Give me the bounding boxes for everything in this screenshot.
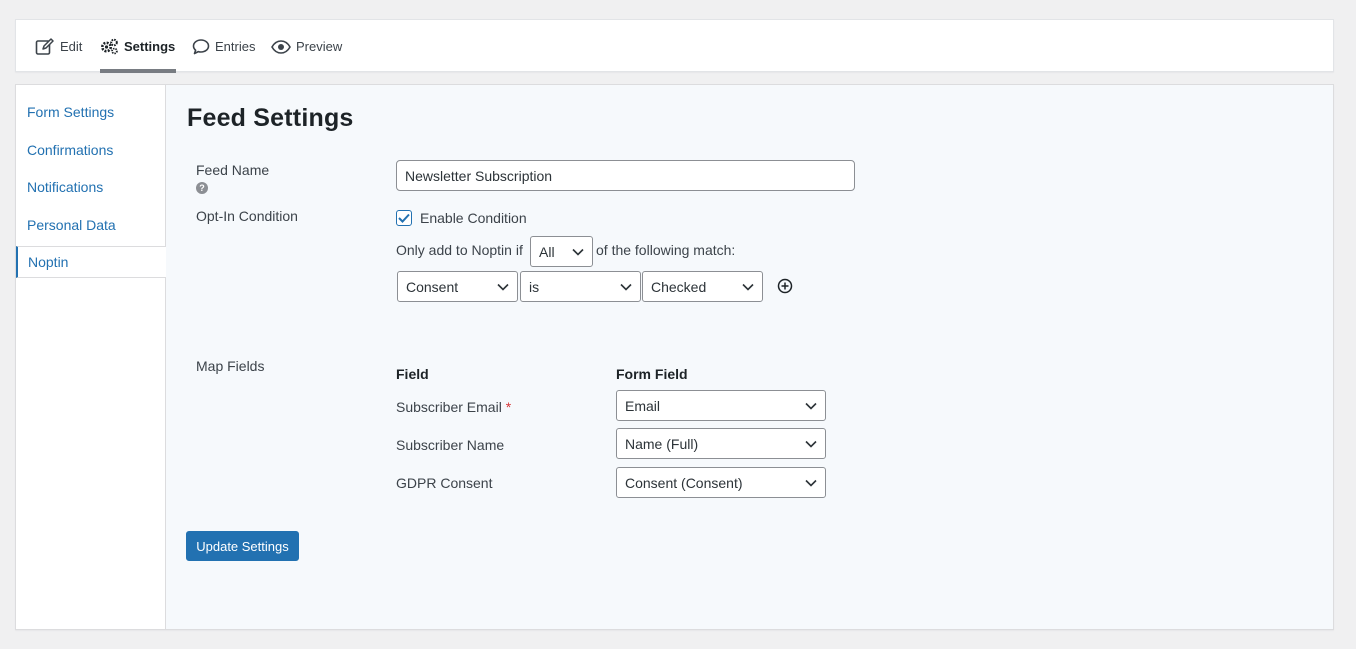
toolbar-settings-label: Settings	[124, 39, 176, 54]
form-field-column-header: Form Field	[616, 366, 688, 382]
speech-bubble-icon	[192, 38, 210, 55]
sidebar-item-label: Notifications	[27, 178, 104, 195]
settings-panel: Form Settings Confirmations Notification…	[15, 84, 1334, 630]
condition-suffix-text: of the following match:	[596, 242, 736, 258]
eye-icon	[271, 39, 291, 54]
toolbar-edit[interactable]: Edit	[35, 20, 82, 73]
subscriber-email-label: Subscriber Email *	[396, 399, 511, 415]
chevron-down-icon	[805, 440, 817, 448]
map-field-value: Email	[625, 397, 661, 414]
help-icon[interactable]: ?	[196, 182, 208, 194]
chevron-down-icon	[497, 283, 509, 291]
enable-condition-label: Enable Condition	[420, 210, 527, 226]
update-settings-button[interactable]: Update Settings	[186, 531, 299, 561]
gear-icon	[100, 38, 119, 55]
subscriber-name-label: Subscriber Name	[396, 437, 505, 453]
sidebar-item-label: Form Settings	[27, 103, 115, 120]
sidebar-item-label: Noptin	[28, 254, 69, 270]
match-type-value: All	[539, 243, 555, 260]
edit-icon	[35, 37, 55, 56]
add-rule-icon[interactable]	[777, 278, 793, 294]
optin-condition-label: Opt-In Condition	[196, 208, 298, 224]
map-field-value: Consent (Consent)	[625, 474, 743, 491]
feed-name-input[interactable]	[396, 160, 855, 191]
field-column-header: Field	[396, 366, 429, 382]
map-fields-label: Map Fields	[196, 358, 265, 374]
checkmark-icon	[398, 213, 410, 223]
sidebar-item-notifications[interactable]: Notifications	[16, 171, 166, 202]
feed-name-label: Feed Name	[196, 162, 270, 178]
settings-sidebar: Form Settings Confirmations Notification…	[16, 85, 166, 629]
sidebar-item-personal-data[interactable]: Personal Data	[16, 209, 166, 240]
gdpr-consent-label: GDPR Consent	[396, 475, 493, 491]
condition-prefix-text: Only add to Noptin if	[396, 242, 523, 258]
toolbar-entries-label: Entries	[215, 39, 256, 54]
toolbar-entries[interactable]: Entries	[192, 20, 255, 73]
required-marker: *	[505, 399, 512, 415]
rule-operator-select[interactable]: is	[520, 271, 641, 302]
toolbar-edit-label: Edit	[60, 39, 83, 54]
sidebar-item-label: Personal Data	[27, 216, 116, 233]
subscriber-email-select[interactable]: Email	[616, 390, 826, 421]
toolbar-preview[interactable]: Preview	[271, 20, 342, 73]
subscriber-name-select[interactable]: Name (Full)	[616, 428, 826, 459]
enable-condition-checkbox[interactable]	[396, 210, 412, 226]
rule-value-select[interactable]: Checked	[642, 271, 763, 302]
settings-content: Feed Settings Feed Name ? Opt-In Conditi…	[166, 85, 1333, 629]
sidebar-item-noptin[interactable]: Noptin	[16, 246, 166, 278]
chevron-down-icon	[572, 248, 584, 256]
chevron-down-icon	[805, 402, 817, 410]
chevron-down-icon	[742, 283, 754, 291]
sidebar-item-label: Confirmations	[27, 141, 114, 158]
form-toolbar: Edit Settings Entries Preview	[15, 19, 1334, 73]
sidebar-item-form-settings[interactable]: Form Settings	[16, 96, 166, 127]
toolbar-preview-label: Preview	[296, 39, 343, 54]
rule-operator-value: is	[529, 278, 540, 295]
rule-field-select[interactable]: Consent	[397, 271, 518, 302]
rule-value-value: Checked	[651, 278, 707, 295]
gdpr-consent-select[interactable]: Consent (Consent)	[616, 467, 826, 498]
map-field-name: Subscriber Email	[396, 399, 502, 415]
sidebar-item-confirmations[interactable]: Confirmations	[16, 134, 166, 165]
page-title: Feed Settings	[187, 104, 354, 132]
chevron-down-icon	[805, 479, 817, 487]
rule-field-value: Consent	[406, 278, 459, 295]
toolbar-settings[interactable]: Settings	[100, 20, 177, 73]
chevron-down-icon	[620, 283, 632, 291]
match-type-select[interactable]: All	[530, 236, 593, 267]
map-field-value: Name (Full)	[625, 435, 699, 452]
